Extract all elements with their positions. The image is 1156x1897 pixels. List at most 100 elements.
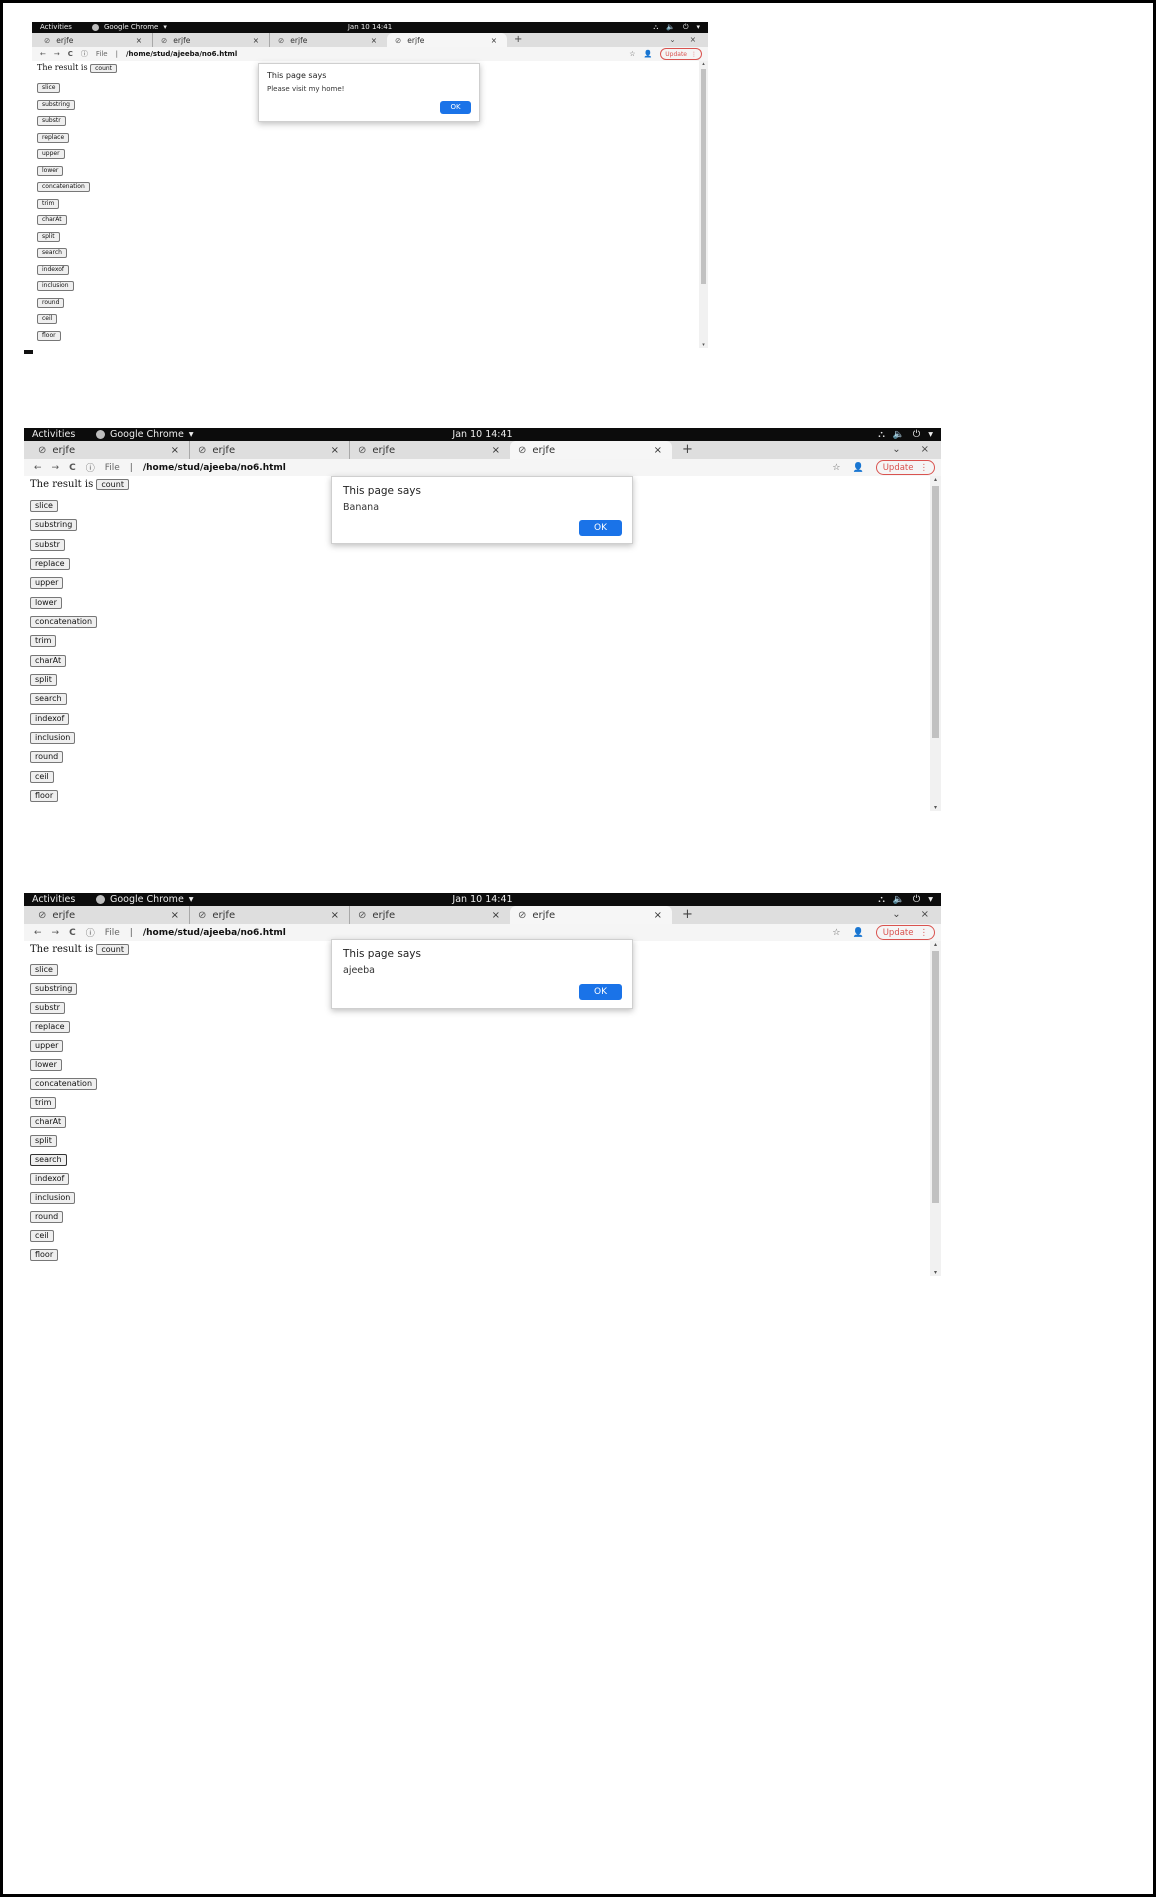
- ok-button[interactable]: OK: [579, 520, 622, 536]
- slice-button[interactable]: slice: [30, 964, 58, 976]
- app-menu[interactable]: Google Chrome ▾: [96, 428, 194, 441]
- count-button[interactable]: count: [96, 944, 129, 955]
- scroll-up-icon[interactable]: ▴: [699, 61, 708, 67]
- concatenation-button[interactable]: concatenation: [37, 182, 90, 192]
- forward-arrow-icon[interactable]: →: [52, 463, 60, 473]
- scrollbar[interactable]: ▴ ▾: [930, 941, 941, 1276]
- info-icon[interactable]: ⓘ: [86, 926, 95, 939]
- tab[interactable]: ⊘ erjfe ×: [36, 33, 153, 47]
- ok-button[interactable]: OK: [579, 984, 622, 1000]
- tab[interactable]: ⊘ erjfe ×: [270, 33, 387, 47]
- replace-button[interactable]: replace: [37, 133, 70, 143]
- tab-active[interactable]: ⊘ erjfe ×: [387, 33, 507, 47]
- clock[interactable]: Jan 10 14:41: [452, 428, 512, 441]
- address-bar-url[interactable]: /home/stud/ajeeba/no6.html: [143, 463, 286, 473]
- close-tab-icon[interactable]: ×: [371, 36, 377, 45]
- update-button[interactable]: Update ⋮: [875, 460, 935, 475]
- scrollbar[interactable]: ▴ ▾: [930, 476, 941, 811]
- inclusion-button[interactable]: inclusion: [30, 732, 76, 744]
- inclusion-button[interactable]: inclusion: [30, 1192, 76, 1204]
- split-button[interactable]: split: [30, 1135, 57, 1147]
- tab-active[interactable]: ⊘ erjfe ×: [510, 906, 672, 924]
- reload-icon[interactable]: C: [68, 50, 73, 58]
- close-tab-icon[interactable]: ×: [136, 36, 142, 45]
- new-tab-button[interactable]: +: [682, 442, 693, 457]
- close-tab-icon[interactable]: ×: [171, 910, 179, 921]
- lower-button[interactable]: lower: [30, 1059, 62, 1071]
- activities-button[interactable]: Activities: [40, 22, 72, 33]
- close-tab-icon[interactable]: ×: [654, 445, 662, 456]
- system-tray[interactable]: ⛬ 🔈 ⏻ ▾: [653, 22, 700, 33]
- reload-icon[interactable]: C: [69, 928, 76, 938]
- info-icon[interactable]: ⓘ: [81, 49, 88, 59]
- activities-button[interactable]: Activities: [32, 428, 75, 441]
- tab-active[interactable]: ⊘ erjfe ×: [510, 441, 672, 459]
- count-button[interactable]: count: [90, 64, 118, 73]
- scrollbar-thumb[interactable]: [932, 486, 939, 738]
- tab[interactable]: ⊘ erjfe ×: [350, 441, 510, 459]
- substring-button[interactable]: substring: [37, 100, 75, 110]
- close-window-icon[interactable]: ×: [921, 909, 929, 920]
- back-arrow-icon[interactable]: ←: [34, 928, 42, 938]
- ceil-button[interactable]: ceil: [37, 314, 58, 324]
- forward-arrow-icon[interactable]: →: [52, 928, 60, 938]
- replace-button[interactable]: replace: [30, 1021, 70, 1033]
- floor-button[interactable]: floor: [30, 790, 59, 802]
- split-button[interactable]: split: [30, 674, 57, 686]
- ceil-button[interactable]: ceil: [30, 771, 54, 783]
- substr-button[interactable]: substr: [30, 539, 65, 551]
- tab-search-icon[interactable]: ⌄: [669, 35, 675, 44]
- substring-button[interactable]: substring: [30, 983, 78, 995]
- scroll-down-icon[interactable]: ▾: [930, 1269, 941, 1276]
- charat-button[interactable]: charAt: [37, 215, 67, 225]
- trim-button[interactable]: trim: [37, 199, 60, 209]
- indexof-button[interactable]: indexof: [30, 1173, 70, 1185]
- scrollbar[interactable]: ▴ ▾: [699, 61, 708, 348]
- scrollbar-thumb[interactable]: [932, 951, 939, 1203]
- substr-button[interactable]: substr: [37, 116, 66, 126]
- star-icon[interactable]: ☆: [629, 50, 635, 58]
- close-tab-icon[interactable]: ×: [331, 445, 339, 456]
- new-tab-button[interactable]: +: [682, 907, 693, 922]
- tab[interactable]: ⊘ erjfe ×: [190, 906, 350, 924]
- close-tab-icon[interactable]: ×: [253, 36, 259, 45]
- upper-button[interactable]: upper: [30, 577, 64, 589]
- back-arrow-icon[interactable]: ←: [34, 463, 42, 473]
- scroll-down-icon[interactable]: ▾: [699, 342, 708, 348]
- close-window-icon[interactable]: ×: [921, 444, 929, 455]
- trim-button[interactable]: trim: [30, 1097, 57, 1109]
- tab[interactable]: ⊘ erjfe ×: [30, 441, 190, 459]
- close-window-icon[interactable]: ×: [690, 35, 696, 44]
- clock[interactable]: Jan 10 14:41: [452, 893, 512, 906]
- charat-button[interactable]: charAt: [30, 1116, 67, 1128]
- concatenation-button[interactable]: concatenation: [30, 616, 98, 628]
- replace-button[interactable]: replace: [30, 558, 70, 570]
- tab[interactable]: ⊘ erjfe ×: [190, 441, 350, 459]
- split-button[interactable]: split: [37, 232, 60, 242]
- scroll-down-icon[interactable]: ▾: [930, 804, 941, 811]
- scroll-up-icon[interactable]: ▴: [930, 941, 941, 948]
- activities-button[interactable]: Activities: [32, 893, 75, 906]
- update-button[interactable]: Update ⋮: [875, 925, 935, 940]
- close-tab-icon[interactable]: ×: [654, 910, 662, 921]
- slice-button[interactable]: slice: [37, 83, 61, 93]
- clock[interactable]: Jan 10 14:41: [348, 22, 392, 33]
- search-button[interactable]: search: [30, 693, 67, 705]
- address-bar-url[interactable]: /home/stud/ajeeba/no6.html: [126, 50, 237, 58]
- count-button[interactable]: count: [96, 479, 129, 490]
- back-arrow-icon[interactable]: ←: [40, 50, 46, 58]
- address-bar-url[interactable]: /home/stud/ajeeba/no6.html: [143, 928, 286, 938]
- inclusion-button[interactable]: inclusion: [37, 281, 74, 291]
- ceil-button[interactable]: ceil: [30, 1230, 54, 1242]
- system-tray[interactable]: ⛬ 🔈 ⏻ ▾: [878, 428, 933, 441]
- profile-icon[interactable]: 👤: [644, 50, 653, 58]
- tab-search-icon[interactable]: ⌄: [892, 909, 900, 920]
- floor-button[interactable]: floor: [30, 1249, 59, 1261]
- profile-icon[interactable]: 👤: [852, 928, 863, 938]
- reload-icon[interactable]: C: [69, 463, 76, 473]
- profile-icon[interactable]: 👤: [852, 463, 863, 473]
- system-tray[interactable]: ⛬ 🔈 ⏻ ▾: [878, 893, 933, 906]
- scroll-up-icon[interactable]: ▴: [930, 476, 941, 483]
- search-button[interactable]: search: [30, 1154, 67, 1166]
- slice-button[interactable]: slice: [30, 500, 58, 512]
